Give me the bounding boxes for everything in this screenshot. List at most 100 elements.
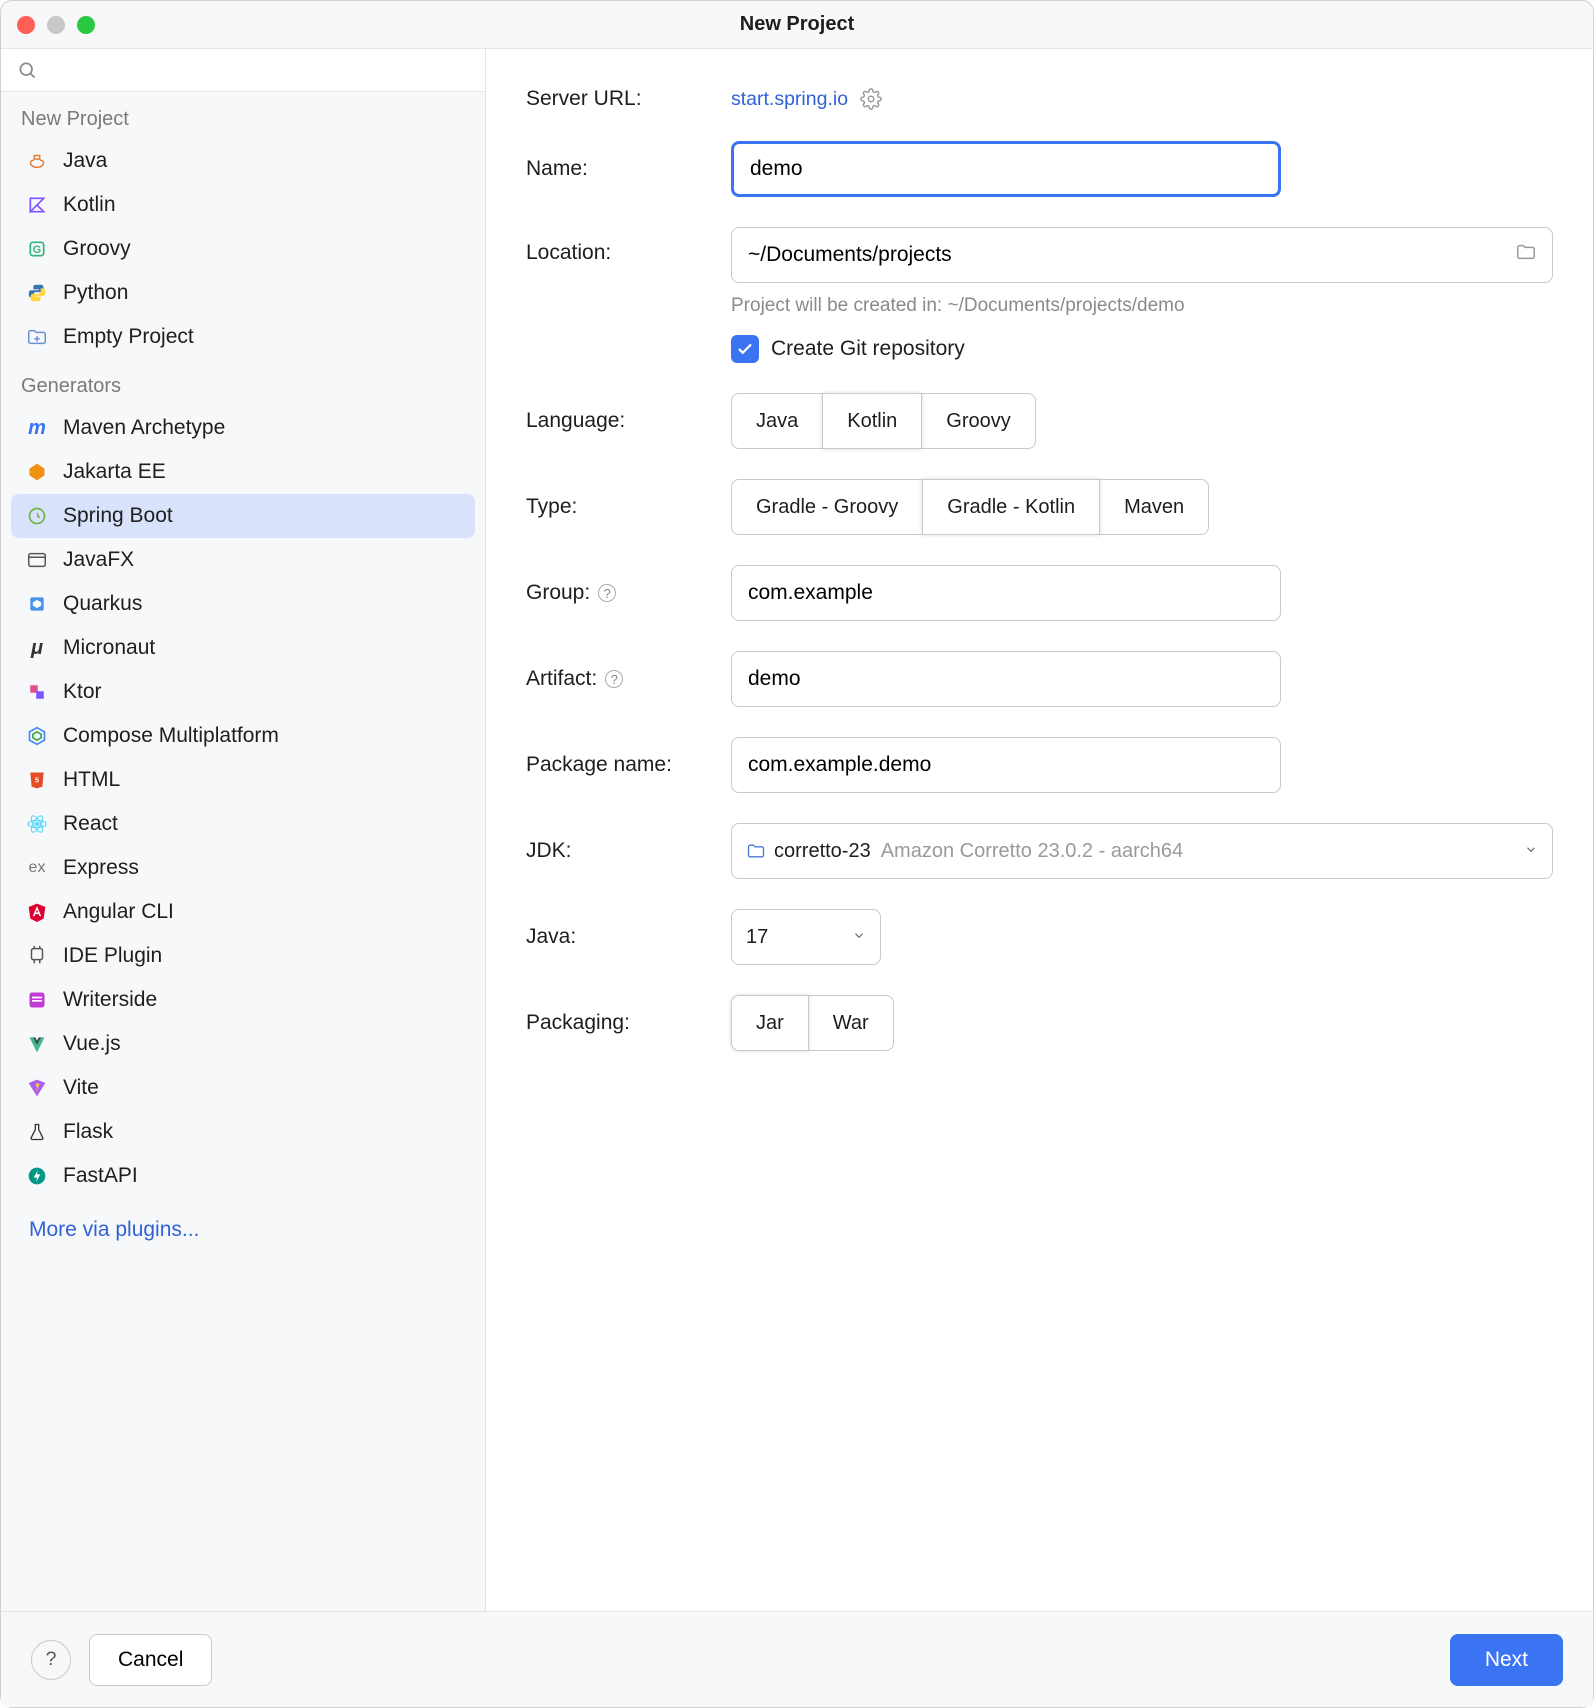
sidebar-item-label: Ktor — [63, 680, 102, 704]
language-label: Language: — [526, 409, 731, 433]
type-label: Type: — [526, 495, 731, 519]
next-button[interactable]: Next — [1450, 1634, 1563, 1686]
sidebar-item-groovy[interactable]: G Groovy — [11, 227, 475, 271]
sidebar-item-label: Express — [63, 856, 139, 880]
groovy-icon: G — [25, 237, 49, 261]
sidebar-item-kotlin[interactable]: Kotlin — [11, 183, 475, 227]
sidebar-item-express[interactable]: ex Express — [11, 846, 475, 890]
sidebar-item-ktor[interactable]: Ktor — [11, 670, 475, 714]
name-label: Name: — [526, 157, 731, 181]
empty-icon — [25, 325, 49, 349]
search-input-wrapper[interactable] — [1, 49, 485, 92]
sidebar-item-maven-archetype[interactable]: mMaven Archetype — [11, 406, 475, 450]
sidebar-item-label: Compose Multiplatform — [63, 724, 279, 748]
sidebar-item-label: IDE Plugin — [63, 944, 162, 968]
package-label: Package name: — [526, 753, 731, 777]
packaging-option-war[interactable]: War — [808, 995, 894, 1051]
section-label-generators: Generators — [1, 359, 485, 406]
sidebar-item-writerside[interactable]: Writerside — [11, 978, 475, 1022]
package-input[interactable] — [731, 737, 1281, 793]
sidebar-item-label: Python — [63, 281, 128, 305]
sidebar-item-label: Jakarta EE — [63, 460, 166, 484]
location-label: Location: — [526, 227, 731, 265]
jdk-name: corretto-23 — [774, 840, 871, 863]
sidebar-item-label: React — [63, 812, 118, 836]
sidebar-item-label: FastAPI — [63, 1164, 138, 1188]
search-input[interactable] — [47, 59, 469, 81]
language-option-groovy[interactable]: Groovy — [921, 393, 1035, 449]
express-icon: ex — [25, 856, 49, 880]
sidebar-item-spring-boot[interactable]: Spring Boot — [11, 494, 475, 538]
sidebar-item-label: Vite — [63, 1076, 99, 1100]
compose-multiplatform-icon — [25, 724, 49, 748]
sidebar-item-fastapi[interactable]: FastAPI — [11, 1154, 475, 1198]
help-button[interactable]: ? — [31, 1640, 71, 1680]
location-input[interactable] — [731, 227, 1553, 283]
java-dropdown[interactable]: 17 — [731, 909, 881, 965]
sidebar-item-javafx[interactable]: JavaFX — [11, 538, 475, 582]
sidebar-item-angular-cli[interactable]: Angular CLI — [11, 890, 475, 934]
artifact-input[interactable] — [731, 651, 1281, 707]
footer: ? Cancel Next — [1, 1611, 1593, 1707]
quarkus-icon — [25, 592, 49, 616]
sidebar-item-label: Kotlin — [63, 193, 116, 217]
sidebar-item-vite[interactable]: Vite — [11, 1066, 475, 1110]
sidebar-item-label: Spring Boot — [63, 504, 173, 528]
sidebar-item-label: Empty Project — [63, 325, 194, 349]
sidebar-item-label: Flask — [63, 1120, 113, 1144]
sidebar-item-react[interactable]: React — [11, 802, 475, 846]
sidebar-item-label: Quarkus — [63, 592, 142, 616]
sidebar-item-label: Vue.js — [63, 1032, 121, 1056]
sidebar-item-html[interactable]: 5HTML — [11, 758, 475, 802]
sidebar-item-label: Micronaut — [63, 636, 155, 660]
name-input[interactable] — [731, 141, 1281, 197]
gear-icon[interactable] — [860, 88, 882, 110]
javafx-icon — [25, 548, 49, 572]
sidebar-item-vuejs[interactable]: Vue.js — [11, 1022, 475, 1066]
sidebar-item-label: Groovy — [63, 237, 131, 261]
type-option-gradle---groovy[interactable]: Gradle - Groovy — [731, 479, 923, 535]
language-option-kotlin[interactable]: Kotlin — [822, 393, 922, 449]
server-url-link[interactable]: start.spring.io — [731, 88, 848, 111]
ktor-icon — [25, 680, 49, 704]
folder-icon[interactable] — [1515, 241, 1537, 269]
type-option-gradle---kotlin[interactable]: Gradle - Kotlin — [922, 479, 1100, 535]
packaging-label: Packaging: — [526, 1011, 731, 1035]
spring-boot-icon — [25, 504, 49, 528]
git-checkbox[interactable] — [731, 335, 759, 363]
html-icon: 5 — [25, 768, 49, 792]
main-form: Server URL: start.spring.io Name: Locati… — [486, 49, 1593, 1611]
svg-text:5: 5 — [35, 776, 39, 785]
sidebar-item-python[interactable]: Python — [11, 271, 475, 315]
packaging-option-jar[interactable]: Jar — [731, 995, 809, 1051]
sidebar-item-java[interactable]: Java — [11, 139, 475, 183]
vite-icon — [25, 1076, 49, 1100]
sidebar-item-micronaut[interactable]: μMicronaut — [11, 626, 475, 670]
sidebar-item-compose-multiplatform[interactable]: Compose Multiplatform — [11, 714, 475, 758]
ide-plugin-icon — [25, 944, 49, 968]
sidebar-item-label: Angular CLI — [63, 900, 174, 924]
help-icon[interactable]: ? — [605, 670, 623, 688]
sidebar-item-label: Maven Archetype — [63, 416, 225, 440]
jdk-dropdown[interactable]: corretto-23 Amazon Corretto 23.0.2 - aar… — [731, 823, 1553, 879]
sidebar-item-ide-plugin[interactable]: IDE Plugin — [11, 934, 475, 978]
jdk-label: JDK: — [526, 839, 731, 863]
help-icon[interactable]: ? — [598, 584, 616, 602]
chevron-down-icon — [1524, 840, 1538, 863]
sidebar-item-jakarta-ee[interactable]: Jakarta EE — [11, 450, 475, 494]
group-input[interactable] — [731, 565, 1281, 621]
java-icon — [25, 149, 49, 173]
language-option-java[interactable]: Java — [731, 393, 823, 449]
sidebar-item-quarkus[interactable]: Quarkus — [11, 582, 475, 626]
server-url-label: Server URL: — [526, 87, 731, 111]
cancel-button[interactable]: Cancel — [89, 1634, 212, 1686]
svg-text:G: G — [33, 244, 41, 256]
type-option-maven[interactable]: Maven — [1099, 479, 1209, 535]
sidebar-item-flask[interactable]: Flask — [11, 1110, 475, 1154]
more-via-plugins-link[interactable]: More via plugins... — [1, 1198, 485, 1262]
artifact-label: Artifact: ? — [526, 667, 731, 691]
section-label-new-project: New Project — [1, 92, 485, 139]
sidebar-item-label: Java — [63, 149, 107, 173]
location-hint: Project will be created in: ~/Documents/… — [731, 295, 1553, 317]
sidebar-item-empty[interactable]: Empty Project — [11, 315, 475, 359]
